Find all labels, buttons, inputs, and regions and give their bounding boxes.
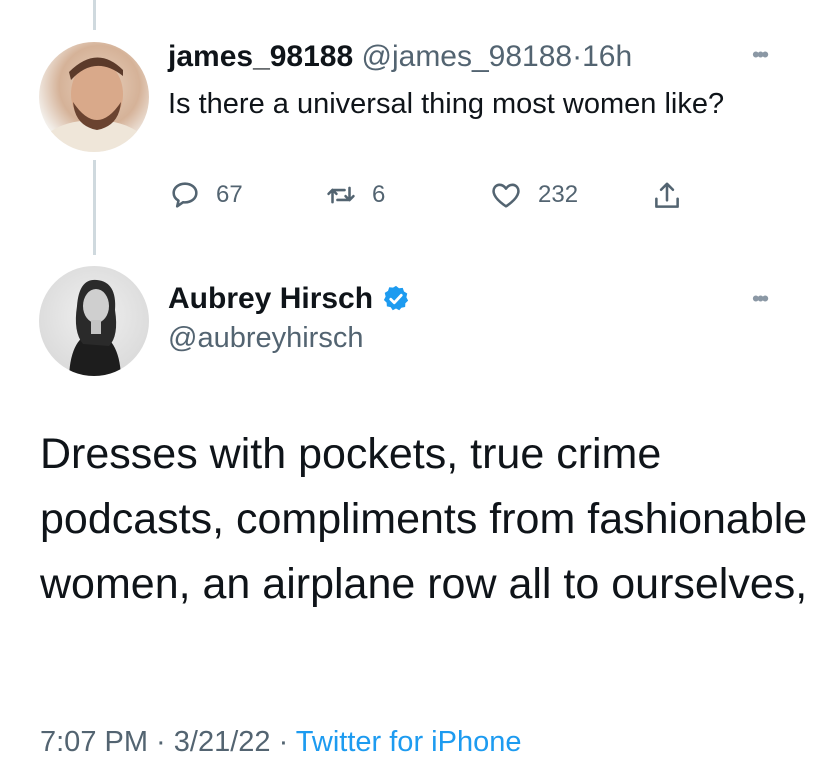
like-count: 232: [538, 181, 579, 208]
main-author-name-row: Aubrey Hirsch: [168, 282, 411, 316]
reply-comment-button[interactable]: 67: [168, 178, 243, 212]
reply-display-name[interactable]: james_98188: [168, 40, 353, 73]
reply-author-line: james_98188 @james_98188·16h: [168, 40, 632, 74]
main-more-icon[interactable]: •••: [752, 286, 769, 312]
main-display-name[interactable]: Aubrey Hirsch: [168, 282, 373, 316]
thread-line-connector: [93, 160, 96, 255]
avatar-aubrey-portrait: [69, 279, 121, 376]
tweet-source-link[interactable]: Twitter for iPhone: [296, 726, 522, 758]
share-icon: [655, 182, 679, 208]
reply-separator: ·: [572, 40, 583, 73]
tweet-date[interactable]: 3/21/22: [174, 726, 271, 758]
tweet-meta: 7:07 PM · 3/21/22 · Twitter for iPhone: [40, 726, 521, 759]
meta-separator-2: ·: [270, 726, 296, 758]
main-handle[interactable]: @aubreyhirsch: [168, 322, 363, 355]
heart-icon: [492, 183, 520, 208]
reply-tweet-text: Is there a universal thing most women li…: [168, 88, 725, 120]
avatar-aubrey[interactable]: [39, 266, 149, 376]
main-tweet-text: Dresses with pockets, true crime podcast…: [40, 430, 808, 608]
avatar-james-portrait: [39, 57, 149, 152]
like-button[interactable]: 232: [488, 178, 578, 212]
retweet-icon: [327, 186, 355, 204]
avatar-james[interactable]: [39, 42, 149, 152]
reply-count: 67: [216, 181, 243, 208]
comment-icon: [172, 182, 198, 208]
retweet-button[interactable]: 6: [324, 178, 385, 212]
meta-separator-1: ·: [148, 726, 174, 758]
share-button[interactable]: [650, 178, 684, 214]
reply-handle[interactable]: @james_98188: [362, 40, 573, 73]
retweet-count: 6: [372, 181, 386, 208]
reply-time[interactable]: 16h: [582, 40, 632, 73]
thread-line-top: [93, 0, 96, 30]
tweet-time[interactable]: 7:07 PM: [40, 726, 148, 758]
reply-action-bar: 67 6 232: [168, 178, 708, 218]
verified-badge-icon: [383, 285, 409, 311]
reply-more-icon[interactable]: •••: [752, 42, 769, 68]
